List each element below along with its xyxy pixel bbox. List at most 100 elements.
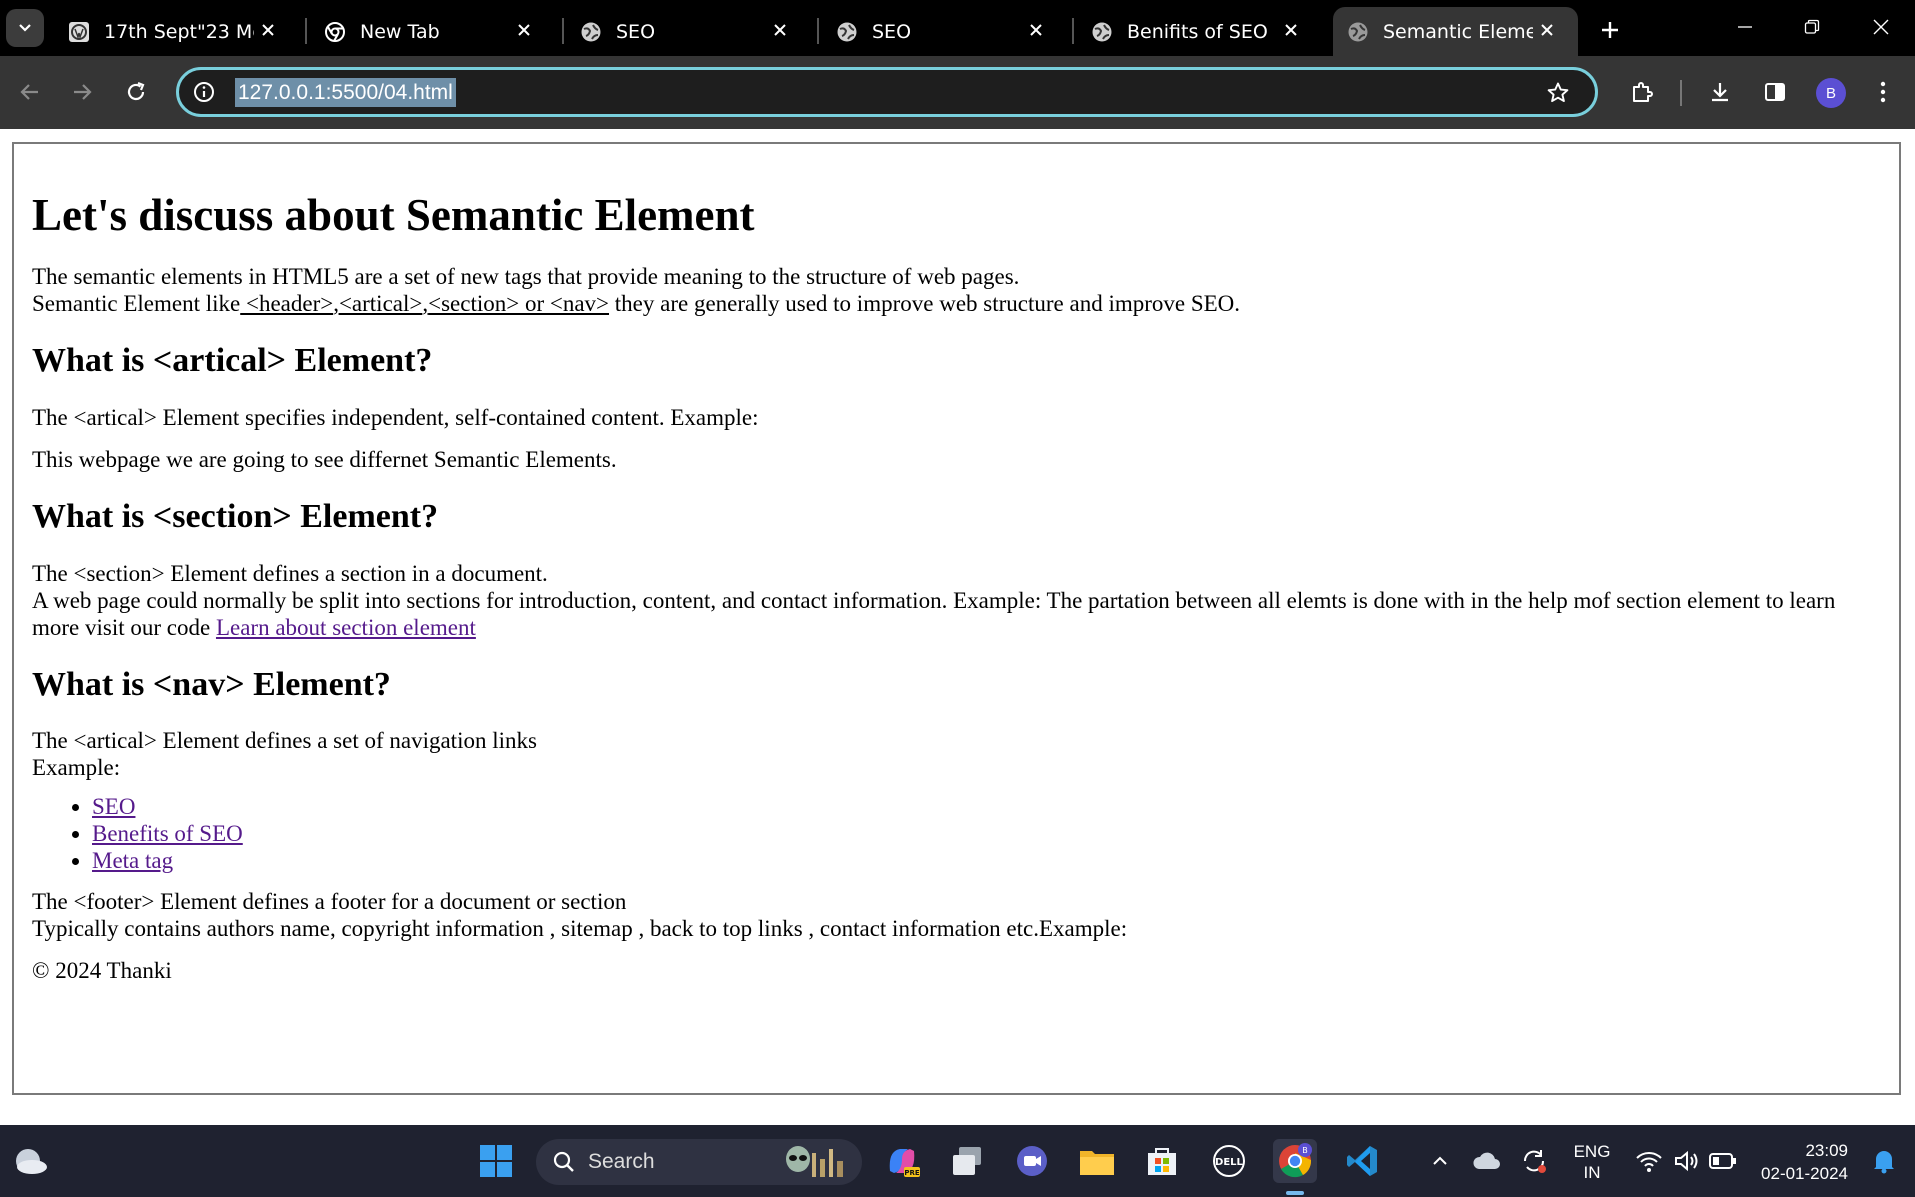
- teams-chat-icon: [1017, 1146, 1047, 1176]
- tab-semantic-element[interactable]: Semantic Element: [1333, 7, 1578, 56]
- more-vertical-icon: [1880, 81, 1886, 103]
- globe-icon: [1347, 21, 1369, 43]
- chrome-taskbar-button[interactable]: B: [1273, 1139, 1317, 1183]
- arrow-right-icon: [74, 84, 92, 100]
- tab-strip: 17th Sept"23 Medi New Tab SEO SEO Benifi…: [0, 0, 1915, 56]
- globe-icon: [1091, 21, 1113, 43]
- minimize-icon: [1738, 26, 1752, 28]
- puzzle-icon: [1633, 82, 1653, 102]
- nav-line-1: The <artical> Element defines a set of n…: [32, 728, 537, 754]
- copilot-button[interactable]: PRE: [880, 1139, 924, 1183]
- dell-button[interactable]: DELL: [1207, 1139, 1251, 1183]
- nav-link-benefits-of-seo[interactable]: Benefits of SEO: [92, 821, 243, 846]
- list-item: SEO: [92, 793, 1881, 820]
- globe-icon: [836, 21, 858, 43]
- list-item: Benefits of SEO: [92, 820, 1881, 847]
- reload-icon: [127, 81, 145, 101]
- file-explorer-button[interactable]: [1075, 1139, 1119, 1183]
- side-panel-button[interactable]: [1755, 72, 1795, 112]
- nav-link-list: SEO Benefits of SEO Meta tag: [32, 793, 1881, 874]
- footer-line-1: The <footer> Element defines a footer fo…: [32, 889, 627, 915]
- quick-settings-button[interactable]: [1626, 1139, 1746, 1183]
- close-tab-icon[interactable]: [1278, 17, 1304, 43]
- tab-search-button[interactable]: [6, 9, 44, 47]
- svg-text:B: B: [1302, 1146, 1308, 1155]
- close-tab-icon[interactable]: [767, 17, 793, 43]
- file-explorer-icon: [1080, 1151, 1114, 1175]
- close-tab-icon[interactable]: [511, 17, 537, 43]
- site-info-icon[interactable]: [191, 79, 217, 105]
- tab-wordpress[interactable]: 17th Sept"23 Medi: [54, 7, 299, 56]
- copyright-text: © 2024 Thanki: [32, 958, 172, 984]
- vscode-icon: [1347, 1146, 1377, 1176]
- tab-title: Benifits of SEO: [1127, 20, 1268, 43]
- download-icon: [1712, 83, 1728, 102]
- extensions-button[interactable]: [1622, 72, 1662, 112]
- article-paragraph-2: This webpage we are going to see differn…: [32, 446, 617, 472]
- nav-paragraph: The <artical> Element defines a set of n…: [32, 727, 1881, 781]
- section-paragraph: The <section> Element defines a section …: [32, 560, 1881, 641]
- weather-cloud-icon: [16, 1149, 47, 1174]
- microsoft-store-icon: [1148, 1148, 1176, 1175]
- nav-heading: What is <nav> Element?: [32, 665, 391, 703]
- tab-separator: [1072, 18, 1074, 44]
- downloads-button[interactable]: [1700, 72, 1740, 112]
- restore-button[interactable]: [1787, 6, 1837, 48]
- microsoft-store-button[interactable]: [1140, 1139, 1184, 1183]
- page-viewport: Let's discuss about Semantic Element The…: [0, 129, 1915, 1125]
- footer-line-2: Typically contains authors name, copyrig…: [32, 916, 1128, 942]
- new-tab-button[interactable]: [1592, 12, 1628, 48]
- footer-paragraph: The <footer> Element defines a footer fo…: [32, 888, 1881, 942]
- forward-button[interactable]: [62, 72, 102, 112]
- tab-separator: [817, 18, 819, 44]
- url-text[interactable]: 127.0.0.1:5500/04.html: [235, 78, 456, 107]
- tag-header: <header>: [240, 291, 334, 316]
- close-window-button[interactable]: [1856, 6, 1906, 48]
- address-bar[interactable]: 127.0.0.1:5500/04.html: [176, 67, 1598, 117]
- clock-date: 02-01-2024: [1761, 1164, 1848, 1183]
- bookmark-star-icon[interactable]: [1543, 78, 1573, 108]
- tab-title: 17th Sept"23 Medi: [104, 20, 254, 43]
- reload-button[interactable]: [116, 72, 156, 112]
- arrow-left-icon: [20, 84, 38, 100]
- close-tab-icon[interactable]: [1023, 17, 1049, 43]
- notifications-button[interactable]: [1862, 1139, 1906, 1183]
- tab-title: SEO: [872, 20, 912, 43]
- tab-separator: [562, 18, 564, 44]
- tab-title: Semantic Element: [1383, 20, 1533, 43]
- back-button[interactable]: [10, 72, 50, 112]
- sync-tray-button[interactable]: [1512, 1139, 1556, 1183]
- profile-avatar[interactable]: B: [1816, 78, 1846, 108]
- tab-seo-2[interactable]: SEO: [822, 7, 1067, 56]
- nav-line-2: Example:: [32, 755, 121, 781]
- tab-seo-1[interactable]: SEO: [566, 7, 811, 56]
- close-tab-icon[interactable]: [255, 17, 281, 43]
- close-tab-icon[interactable]: [1534, 17, 1560, 43]
- minimize-button[interactable]: [1720, 6, 1770, 48]
- tag-section-nav: <section> or <nav>: [428, 291, 610, 316]
- teams-chat-button[interactable]: [1010, 1139, 1054, 1183]
- start-button[interactable]: [474, 1139, 518, 1183]
- show-hidden-icons-button[interactable]: [1418, 1139, 1462, 1183]
- tab-benefits-of-seo[interactable]: Benifits of SEO: [1077, 7, 1322, 56]
- nav-link-seo[interactable]: SEO: [92, 794, 135, 819]
- active-app-indicator: [1286, 1191, 1304, 1195]
- taskbar-search-box[interactable]: Search: [536, 1139, 862, 1185]
- nav-link-meta-tag[interactable]: Meta tag: [92, 848, 173, 873]
- weather-widget[interactable]: [8, 1139, 52, 1183]
- menu-button[interactable]: [1863, 72, 1903, 112]
- section-link[interactable]: Learn about section element: [216, 615, 476, 640]
- cloud-icon: [1473, 1152, 1500, 1169]
- language-indicator[interactable]: ENG IN: [1562, 1141, 1622, 1183]
- battery-icon: [1709, 1153, 1736, 1169]
- clock[interactable]: 23:09 02-01-2024: [1752, 1139, 1848, 1185]
- restore-icon: [1804, 19, 1820, 34]
- tab-new-tab[interactable]: New Tab: [310, 7, 555, 56]
- task-view-button[interactable]: [945, 1139, 989, 1183]
- language-code: ENG: [1573, 1142, 1611, 1161]
- onedrive-tray-button[interactable]: [1465, 1139, 1509, 1183]
- vscode-button[interactable]: [1340, 1139, 1384, 1183]
- chevron-up-icon: [1433, 1156, 1447, 1165]
- section-line-1: The <section> Element defines a section …: [32, 560, 548, 586]
- tag-artical: <artical>: [338, 291, 423, 316]
